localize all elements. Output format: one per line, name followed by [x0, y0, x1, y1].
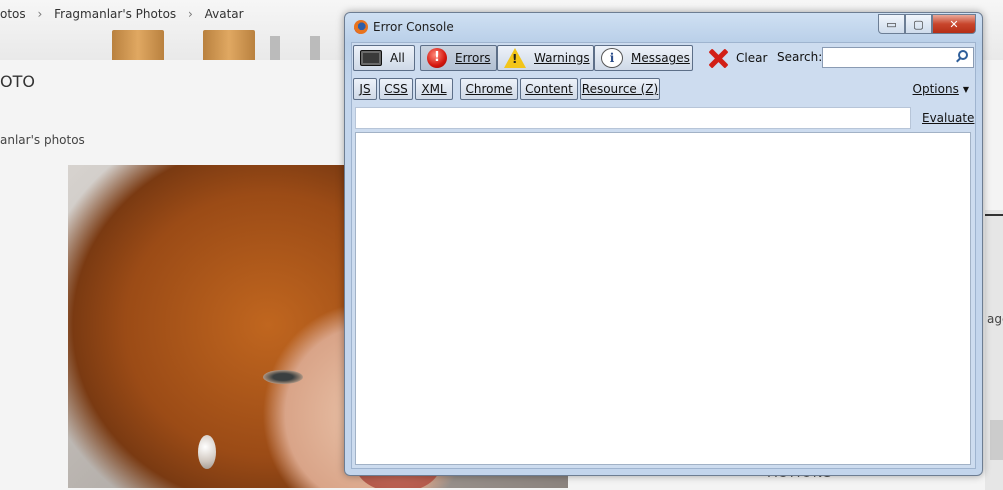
evaluate-bar: Evaluate	[352, 105, 975, 133]
warning-icon: !	[504, 48, 526, 68]
minimize-icon: ▭	[886, 17, 897, 31]
page-subtitle[interactable]: anlar's photos	[0, 133, 85, 147]
xml-filter-label: XML	[421, 82, 447, 96]
console-icon	[360, 50, 382, 66]
banner-decoration	[310, 36, 320, 60]
chrome-filter-label: Chrome	[465, 82, 513, 96]
window-controls: ▭ ▢ ✕	[878, 14, 976, 34]
errors-button[interactable]: ! Errors	[420, 45, 497, 71]
chrome-filter-button[interactable]: Chrome	[460, 78, 518, 100]
resource-filter-label: Resource (Z)	[581, 82, 659, 96]
messages-button-label: Messages	[631, 51, 690, 65]
all-button-label: All	[390, 51, 405, 65]
search-label: Search:	[777, 50, 823, 64]
clear-button[interactable]: Clear	[702, 45, 772, 71]
clear-button-label: Clear	[736, 51, 768, 65]
breadcrumb-separator: ›	[188, 7, 193, 21]
maximize-icon: ▢	[913, 17, 924, 31]
sidebar-text: age	[987, 312, 1003, 326]
breadcrumb-link[interactable]: Fragmanlar's Photos	[54, 7, 176, 21]
info-icon: i	[601, 48, 623, 68]
resource-filter-button[interactable]: Resource (Z)	[580, 78, 660, 100]
banner-decoration	[270, 36, 280, 60]
xml-filter-button[interactable]: XML	[415, 78, 453, 100]
evaluate-button-label: Evaluate	[922, 111, 975, 125]
messages-button[interactable]: i Messages	[594, 45, 693, 71]
warnings-button-label: Warnings	[534, 51, 590, 65]
search-icon[interactable]	[958, 50, 968, 60]
breadcrumb-link[interactable]: otos	[0, 7, 26, 21]
photo-detail	[263, 370, 303, 384]
error-icon: !	[427, 48, 447, 68]
banner-decoration	[203, 30, 255, 60]
close-icon: ✕	[949, 17, 959, 31]
breadcrumb-separator: ›	[37, 7, 43, 21]
js-filter-button[interactable]: JS	[353, 78, 377, 100]
window-title: Error Console	[373, 20, 454, 34]
console-client-area: All ! Errors ! Warnings i Messages Clear…	[351, 42, 976, 469]
content-filter-button[interactable]: Content	[520, 78, 578, 100]
minimize-button[interactable]: ▭	[878, 14, 905, 34]
divider	[985, 214, 1003, 216]
evaluate-button[interactable]: Evaluate	[922, 111, 974, 125]
options-menu[interactable]: Options ▼	[913, 82, 969, 96]
firefox-icon	[354, 20, 368, 34]
code-input[interactable]	[355, 107, 911, 129]
console-log-list[interactable]	[355, 132, 971, 465]
breadcrumb: otos › Fragmanlar's Photos › Avatar	[0, 7, 252, 21]
all-button[interactable]: All	[353, 45, 415, 71]
warnings-button[interactable]: ! Warnings	[497, 45, 594, 71]
warning-mark: !	[512, 52, 518, 66]
maximize-button[interactable]: ▢	[905, 14, 932, 34]
filter-toolbar: JS CSS XML Chrome Content Resource (Z) O…	[352, 77, 975, 103]
js-filter-label: JS	[359, 82, 371, 96]
clear-icon	[708, 48, 728, 68]
banner-decoration	[112, 30, 164, 60]
css-filter-label: CSS	[384, 82, 408, 96]
errors-button-label: Errors	[455, 51, 491, 65]
page-title: OTO	[0, 72, 35, 91]
chevron-down-icon: ▼	[962, 85, 969, 94]
photo-detail	[198, 435, 216, 469]
close-button[interactable]: ✕	[932, 14, 976, 34]
content-filter-label: Content	[525, 82, 573, 96]
breadcrumb-current: Avatar	[204, 7, 244, 21]
search-input[interactable]	[822, 47, 974, 68]
title-bar[interactable]: Error Console ▭ ▢ ✕	[345, 13, 982, 43]
error-console-window: Error Console ▭ ▢ ✕ All ! Errors ! Warni…	[344, 12, 983, 476]
main-toolbar: All ! Errors ! Warnings i Messages Clear…	[352, 43, 975, 75]
sidebar-block	[990, 420, 1003, 460]
options-menu-label: Options	[912, 82, 959, 96]
css-filter-button[interactable]: CSS	[379, 78, 413, 100]
